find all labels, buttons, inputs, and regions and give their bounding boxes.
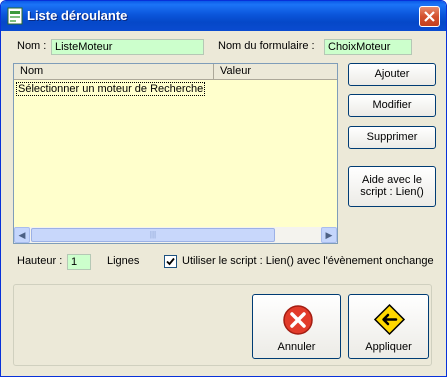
items-list[interactable]: Nom Valeur Sélectionner un moteur de Rec…: [13, 63, 338, 244]
close-icon: [424, 11, 435, 22]
scroll-left-icon[interactable]: ◀: [14, 227, 30, 243]
modify-button[interactable]: Modifier: [348, 94, 436, 117]
cancel-button[interactable]: Annuler: [252, 294, 341, 359]
nom-input[interactable]: ListeMoteur: [51, 39, 204, 55]
add-button[interactable]: Ajouter: [348, 63, 436, 86]
modify-button-label: Modifier: [372, 99, 412, 111]
dialog-window: Liste déroulante Nom : ListeMoteur Nom d…: [0, 0, 447, 377]
checkmark-icon: [166, 257, 175, 266]
yellow-arrow-sign-icon: [373, 303, 406, 336]
apply-button[interactable]: Appliquer: [348, 294, 429, 359]
column-header-valeur[interactable]: Valeur: [214, 64, 337, 80]
delete-button-label: Supprimer: [366, 131, 418, 143]
use-script-label: Utiliser le script : Lien() avec l'évène…: [182, 255, 434, 267]
window-title: Liste déroulante: [27, 8, 128, 23]
scrollbar-thumb[interactable]: |||: [31, 228, 275, 242]
help-button-line1: Aide avec le: [362, 174, 422, 186]
action-panel: Annuler Appliquer: [13, 284, 432, 366]
horizontal-scrollbar[interactable]: ◀ ||| ▶: [14, 227, 337, 243]
list-item[interactable]: Sélectionner un moteur de Recherche: [16, 82, 206, 96]
add-button-label: Ajouter: [374, 68, 410, 80]
lines-label: Lignes: [107, 255, 140, 267]
script-help-button[interactable]: Aide avec le script : Lien(): [348, 166, 436, 207]
form-name-input[interactable]: ChoixMoteur: [324, 39, 412, 55]
cancel-button-label: Annuler: [277, 341, 316, 353]
red-x-icon: [283, 305, 313, 335]
column-header-nom[interactable]: Nom: [14, 64, 214, 80]
help-button-line2: script : Lien(): [360, 186, 424, 198]
nom-label: Nom :: [17, 40, 47, 52]
height-input[interactable]: 1: [67, 254, 91, 270]
use-script-checkbox[interactable]: [164, 255, 177, 268]
form-list-icon: [7, 7, 23, 25]
delete-button[interactable]: Supprimer: [348, 126, 436, 149]
form-name-label: Nom du formulaire :: [218, 40, 315, 52]
close-button[interactable]: [419, 6, 440, 27]
title-bar[interactable]: Liste déroulante: [1, 1, 446, 31]
apply-button-label: Appliquer: [365, 341, 412, 353]
height-label: Hauteur :: [17, 255, 63, 267]
scroll-right-icon[interactable]: ▶: [321, 227, 337, 243]
